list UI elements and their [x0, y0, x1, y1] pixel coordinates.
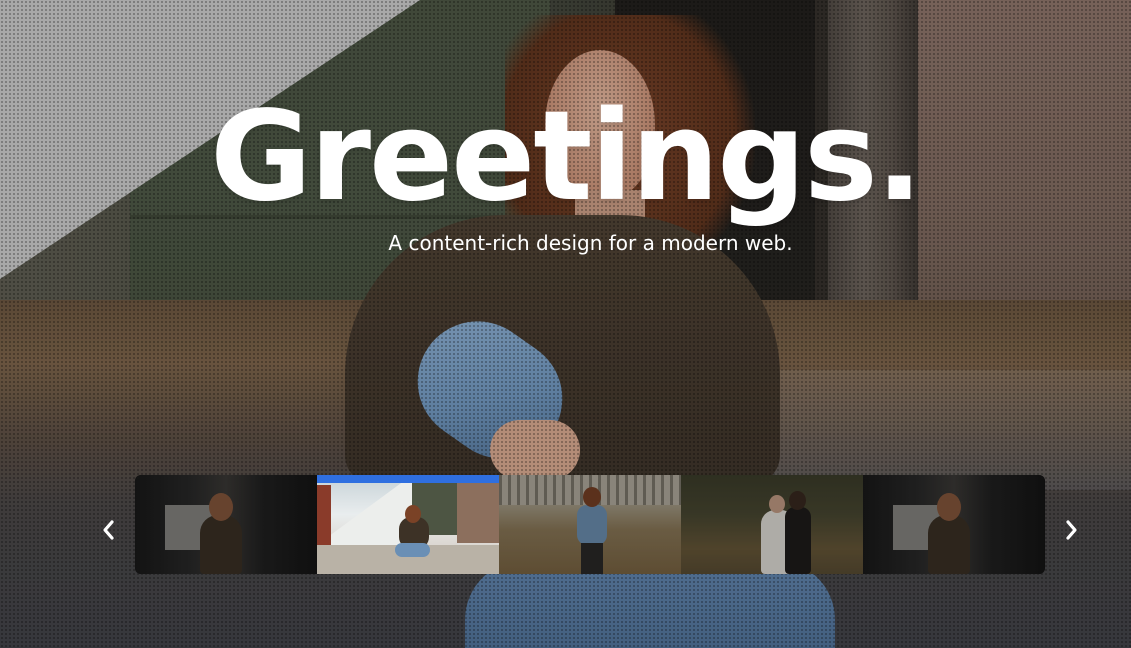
thumbnail-carousel	[135, 475, 1045, 574]
thumb-red-box	[317, 485, 331, 545]
thumb-person-body	[928, 515, 970, 574]
thumb-person-legs	[581, 543, 603, 574]
chevron-right-icon	[1066, 520, 1077, 540]
thumb-window	[165, 505, 225, 550]
thumb-person-head	[405, 505, 421, 523]
thumb-ramp-wall	[317, 475, 412, 545]
hero-headline: Greetings.	[210, 85, 923, 229]
thumb-groom-head	[789, 491, 806, 510]
carousel-thumbnail-5[interactable]	[863, 475, 1045, 574]
carousel-thumbnail-1[interactable]	[135, 475, 317, 574]
carousel-thumbnail-4[interactable]	[681, 475, 863, 574]
hero-subline: A content-rich design for a modern web.	[388, 231, 793, 255]
thumb-person-body	[577, 505, 607, 545]
thumb-person-head	[209, 493, 233, 521]
hero-section: Greetings. A content-rich design for a m…	[0, 0, 1131, 648]
thumb-trees	[499, 475, 681, 505]
thumb-window	[893, 505, 953, 550]
thumb-brick	[457, 483, 499, 543]
thumb-bride-dress	[761, 510, 795, 574]
thumb-person-body	[200, 515, 242, 574]
thumb-person-head	[937, 493, 961, 521]
chevron-left-icon	[103, 520, 114, 540]
carousel-thumbnail-2-active[interactable]	[317, 475, 499, 574]
carousel-next-button[interactable]	[1057, 515, 1087, 545]
carousel-thumbnail-3[interactable]	[499, 475, 681, 574]
thumb-groom-suit	[785, 507, 811, 574]
thumb-person-head	[583, 487, 601, 507]
thumb-bride-head	[769, 495, 785, 513]
thumb-person-legs	[395, 543, 430, 557]
carousel-prev-button[interactable]	[93, 515, 123, 545]
